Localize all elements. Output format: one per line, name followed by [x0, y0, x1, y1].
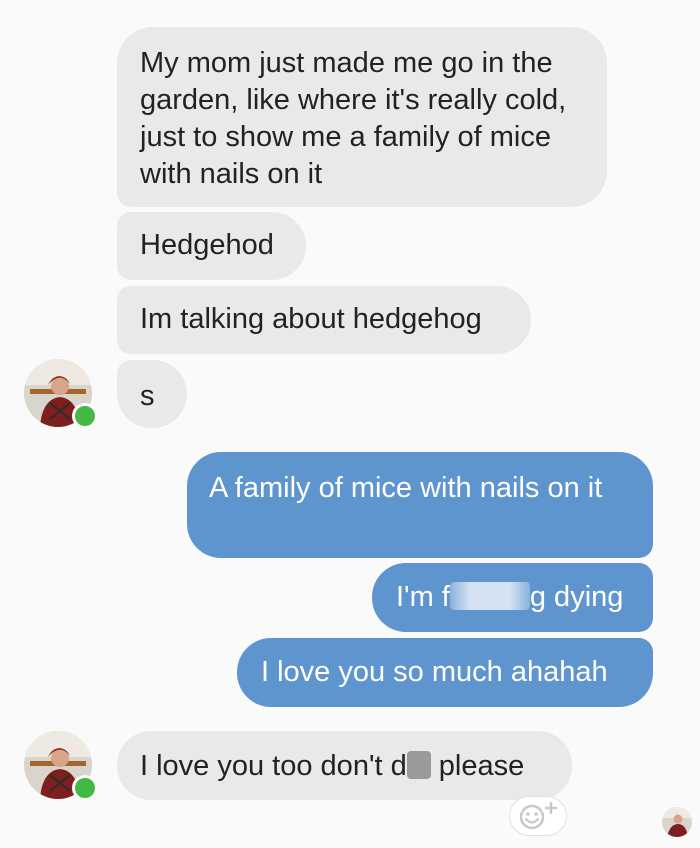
online-status-dot	[72, 775, 98, 801]
message-text-start: I love you too don't d	[140, 750, 407, 782]
message-bubble-incoming[interactable]: Hedgehod	[117, 212, 306, 280]
message-bubble-outgoing[interactable]: I'm f g dying	[372, 563, 653, 632]
seen-avatar-icon	[662, 807, 692, 837]
chat-screen: My mom just made me go in the garden, li…	[0, 0, 700, 848]
censored-blur	[406, 751, 431, 779]
message-bubble-incoming[interactable]: s	[117, 360, 187, 428]
message-text: Hedgehod	[140, 229, 274, 261]
message-text: I love you so much ahahah	[261, 656, 608, 688]
censored-blur	[449, 582, 530, 610]
add-reaction-button[interactable]	[510, 797, 566, 835]
online-status-dot	[72, 403, 98, 429]
message-bubble-incoming[interactable]: My mom just made me go in the garden, li…	[117, 27, 607, 207]
message-bubble-outgoing[interactable]: I love you so much ahahah	[237, 638, 653, 707]
contact-avatar[interactable]	[24, 731, 98, 801]
message-bubble-incoming[interactable]: Im talking about hedgehog	[117, 286, 531, 354]
message-text: A family of mice with nails on it	[209, 472, 603, 504]
message-text: Im talking about hedgehog	[140, 303, 482, 335]
contact-avatar[interactable]	[24, 359, 98, 429]
message-text-end: g dying	[529, 581, 624, 613]
message-text-start: I'm f	[396, 581, 450, 613]
message-text: My mom just made me go in the garden, li…	[140, 47, 567, 190]
seen-avatar	[662, 807, 692, 837]
message-bubble-outgoing[interactable]: A family of mice with nails on it	[187, 452, 653, 558]
message-text: s	[140, 380, 155, 412]
message-text-end: please	[430, 750, 525, 782]
message-bubble-incoming[interactable]: I love you too don't d please	[117, 731, 572, 800]
add-reaction-icon	[519, 801, 558, 830]
